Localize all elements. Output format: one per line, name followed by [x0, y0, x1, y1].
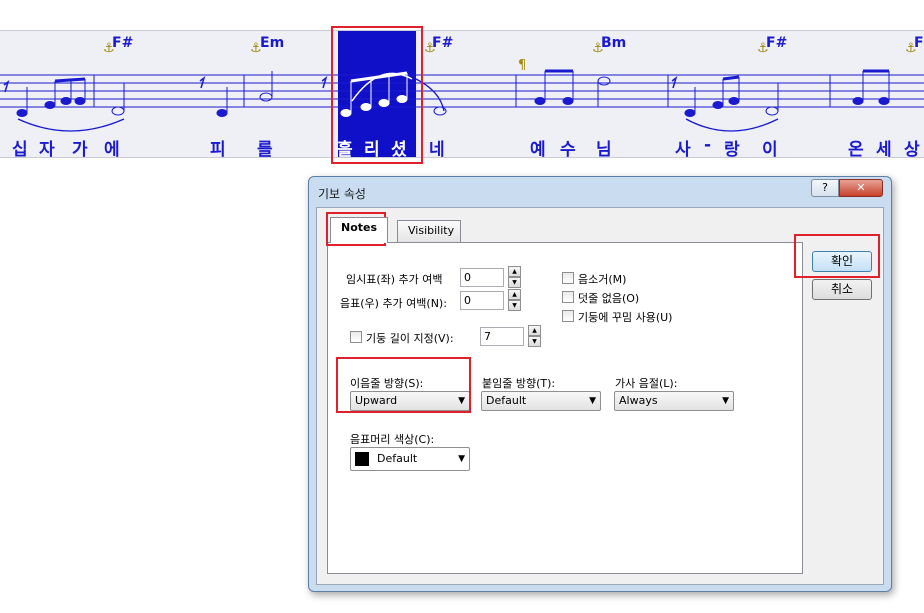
tie-direction-label: 붙임줄 방향(T):	[482, 377, 556, 390]
lyric-syllable-select[interactable]: Always ▼	[614, 391, 734, 411]
lyric-syllable[interactable]: -	[704, 135, 711, 155]
lyric-syllable[interactable]: 자	[39, 135, 55, 157]
spin-down-icon[interactable]: ▼	[508, 277, 521, 288]
lyric-syllable[interactable]: 가	[72, 135, 88, 157]
chord-symbol[interactable]: Bm	[601, 35, 626, 51]
lyric-syllable-label: 가사 음절(L):	[615, 377, 678, 390]
slur-direction-highlight-box	[336, 357, 471, 413]
stem-length-checkbox[interactable]	[350, 331, 362, 343]
notehead-color-select[interactable]: Default ▼	[350, 447, 470, 471]
spin-down-icon[interactable]: ▼	[508, 300, 521, 311]
svg-text:¶: ¶	[518, 58, 526, 73]
tie-direction-select[interactable]: Default ▼	[481, 391, 601, 411]
help-button[interactable]: ?	[811, 179, 839, 197]
accidental-spacing-label: 임시표(좌) 추가 여백	[346, 273, 443, 286]
accidental-spacing-input[interactable]: 0	[460, 268, 504, 287]
lyric-syllable[interactable]: 온	[848, 135, 864, 157]
lyric-syllable[interactable]: 세	[876, 135, 892, 157]
lyric-syllable[interactable]: 네	[429, 135, 445, 157]
accidental-spacing-spinner[interactable]: ▲ ▼	[508, 266, 521, 288]
lyric-syllable[interactable]: 십	[12, 135, 28, 157]
stem-length-input[interactable]: 7	[480, 327, 524, 346]
color-swatch	[355, 452, 369, 466]
chevron-down-icon: ▼	[722, 396, 729, 406]
tie-direction-value: Default	[486, 394, 527, 407]
chord-symbol[interactable]: F#	[766, 35, 787, 51]
notehead-color-label: 음표머리 색상(C):	[350, 433, 435, 446]
chord-symbol[interactable]: Em	[260, 35, 284, 51]
stem-ornament-checkbox[interactable]	[562, 310, 574, 322]
chevron-down-icon: ▼	[589, 396, 596, 406]
lyric-syllable[interactable]: 피	[210, 135, 226, 157]
lyric-syllable[interactable]: 를	[257, 135, 273, 157]
lyric-syllable[interactable]: 예	[530, 135, 546, 157]
tab-visibility[interactable]: Visibility	[397, 220, 461, 242]
lyric-syllable[interactable]: 에	[104, 135, 120, 157]
no-ledger-label: 덧줄 없음(O)	[578, 292, 640, 305]
tab-notes[interactable]: Notes	[330, 217, 389, 243]
note-spacing-input[interactable]: 0	[460, 291, 504, 310]
notehead-color-value: Default	[377, 452, 418, 465]
mute-label: 음소거(M)	[578, 273, 627, 286]
selection-highlight-box	[331, 26, 423, 164]
lyric-syllable[interactable]: 수	[560, 135, 576, 157]
lyric-syllable[interactable]: 이	[762, 135, 778, 157]
note-spacing-label: 음표(우) 추가 여백(N):	[340, 297, 447, 310]
chord-symbol[interactable]: F#	[432, 35, 453, 51]
spin-up-icon[interactable]: ▲	[508, 266, 521, 277]
stem-ornament-label: 기둥에 꾸밈 사용(U)	[578, 311, 673, 324]
ok-button-highlight-box	[794, 234, 880, 278]
lyric-syllable[interactable]: 님	[596, 135, 612, 157]
lyric-syllable[interactable]: 랑	[724, 135, 740, 157]
spin-up-icon[interactable]: ▲	[508, 289, 521, 300]
chord-symbol[interactable]: F#	[112, 35, 133, 51]
spin-down-icon[interactable]: ▼	[528, 336, 541, 347]
stem-length-label: 기둥 길이 지정(V):	[366, 332, 454, 345]
stem-length-spinner[interactable]: ▲ ▼	[528, 325, 541, 347]
lyric-syllable-value: Always	[619, 394, 658, 407]
close-button[interactable]: ✕	[839, 179, 883, 197]
lyric-syllable[interactable]: 사	[675, 135, 691, 157]
spin-up-icon[interactable]: ▲	[528, 325, 541, 336]
chevron-down-icon: ▼	[458, 454, 465, 464]
chord-symbol[interactable]: F#	[914, 35, 924, 51]
score-view[interactable]: ¶ ⚓ F# ⚓ Em ⚓ F# ⚓ Bm ⚓ F# ⚓ F# 십 자 가 에 …	[0, 30, 924, 158]
note-spacing-spinner[interactable]: ▲ ▼	[508, 289, 521, 311]
dialog-title: 기보 속성	[318, 187, 366, 201]
cancel-button[interactable]: 취소	[812, 279, 872, 300]
lyric-syllable[interactable]: 상	[904, 135, 920, 157]
no-ledger-checkbox[interactable]	[562, 291, 574, 303]
mute-checkbox[interactable]	[562, 272, 574, 284]
